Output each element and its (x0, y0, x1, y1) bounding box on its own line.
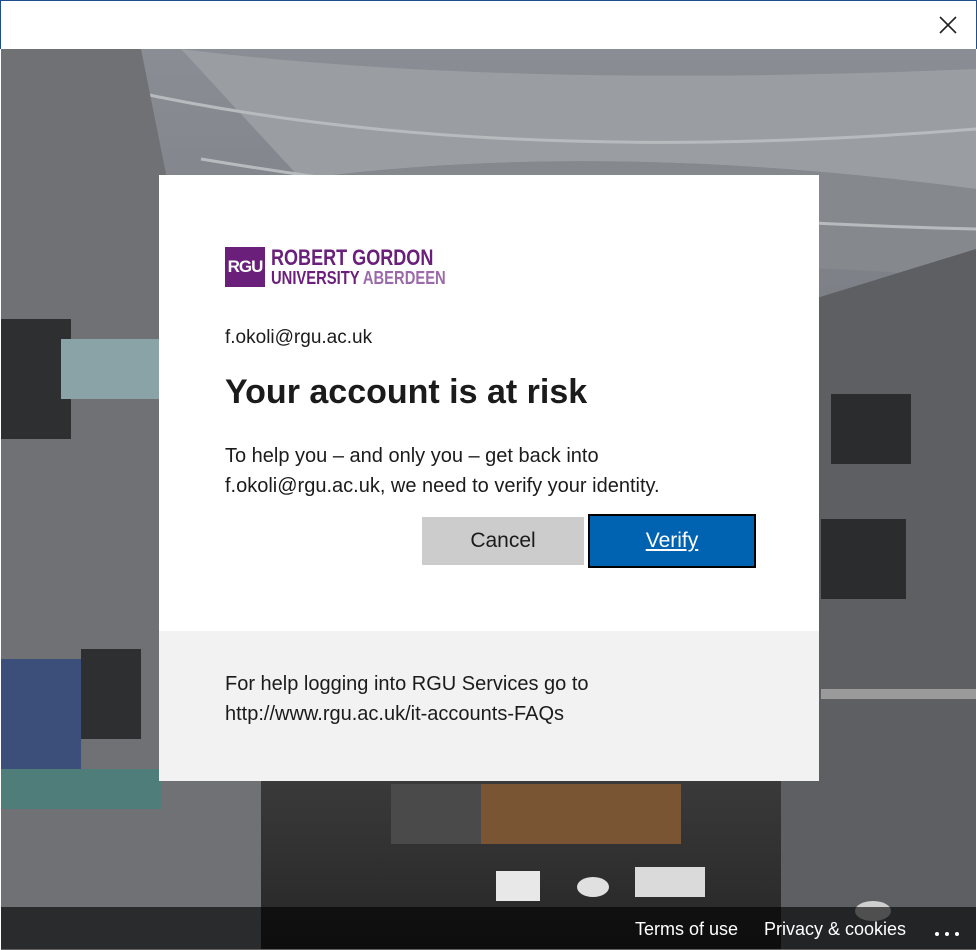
logo-badge: RGU (225, 247, 265, 287)
sign-in-card: RGU ROBERT GORDON UNIVERSITY ABERDEEN f.… (159, 175, 819, 631)
page-footer: Terms of use Privacy & cookies (1, 907, 976, 950)
logo-name-line2: UNIVERSITY ABERDEEN (271, 268, 446, 289)
close-icon (939, 16, 957, 34)
help-panel: For help logging into RGU Services go to… (159, 631, 819, 781)
close-button[interactable] (934, 11, 962, 39)
logo-aberdeen-text: ABERDEEN (362, 268, 446, 288)
account-email: f.okoli@rgu.ac.uk (225, 327, 373, 348)
help-faq-url: http://www.rgu.ac.uk/it-accounts-FAQs (225, 703, 565, 725)
privacy-cookies-link[interactable]: Privacy & cookies (764, 919, 906, 940)
help-text-line1: For help logging into RGU Services go to (225, 673, 589, 695)
more-options-button[interactable] (929, 913, 965, 943)
risk-description: To help you – and only you – get back in… (225, 445, 660, 497)
logo-badge-text: RGU (227, 257, 264, 276)
verify-button[interactable]: Verify (588, 514, 756, 568)
cancel-button[interactable]: Cancel (422, 517, 584, 565)
window-titlebar (0, 0, 977, 49)
logo-university-text: UNIVERSITY (271, 268, 363, 288)
more-options-icon (935, 932, 959, 936)
page-title: Your account is at risk (225, 373, 588, 411)
help-text: For help logging into RGU Services go to… (225, 669, 785, 729)
terms-of-use-link[interactable]: Terms of use (635, 919, 738, 940)
university-logo: RGU ROBERT GORDON UNIVERSITY ABERDEEN (225, 245, 451, 289)
